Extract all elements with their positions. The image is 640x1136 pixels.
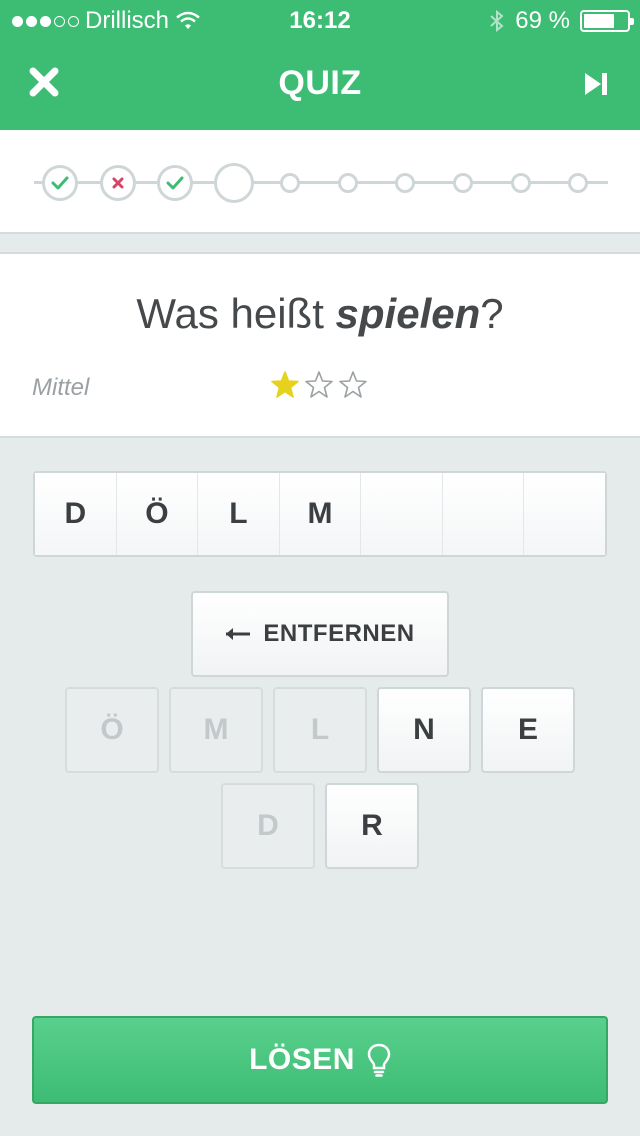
- star-filled-icon: [271, 371, 299, 398]
- arrow-left-icon: [226, 628, 251, 640]
- remove-label: ENTFERNEN: [263, 620, 415, 647]
- question-card: Was heißt spielen? Mittel: [0, 252, 640, 438]
- battery-percent: 69 %: [515, 7, 570, 34]
- answer-slot[interactable]: [442, 473, 525, 555]
- progress-step-pending: [280, 173, 300, 193]
- letter-key-used: Ö: [65, 687, 159, 773]
- difficulty-stars: [270, 370, 368, 400]
- progress-step-pending: [338, 173, 358, 193]
- question-text: Was heißt spielen?: [0, 290, 640, 338]
- check-icon: [51, 176, 69, 190]
- remove-button[interactable]: ENTFERNEN: [191, 591, 449, 677]
- difficulty-label: Mittel: [32, 374, 90, 401]
- progress-step-current: [214, 163, 254, 203]
- answer-slot[interactable]: [524, 473, 606, 555]
- answer-slot[interactable]: M: [279, 473, 362, 555]
- progress-step-pending: [453, 173, 473, 193]
- star-empty-icon: [305, 371, 333, 398]
- letter-key-available[interactable]: R: [325, 783, 419, 869]
- progress-step-pending: [395, 173, 415, 193]
- lightbulb-icon: [367, 1043, 391, 1077]
- status-bar: Drillisch 16:12 69 %: [0, 0, 640, 40]
- letter-key-available[interactable]: E: [481, 687, 575, 773]
- question-suffix: ?: [480, 290, 504, 337]
- header: Drillisch 16:12 69 % QUIZ: [0, 0, 640, 130]
- bluetooth-icon: [490, 9, 504, 33]
- answer-slot[interactable]: L: [198, 473, 280, 555]
- progress-step-pending: [511, 173, 531, 193]
- star-empty-icon: [339, 371, 367, 398]
- progress-step-pending: [568, 173, 588, 193]
- progress-step-correct: [157, 165, 193, 201]
- answer-slots: DÖLM: [33, 471, 607, 557]
- answer-slot[interactable]: Ö: [116, 473, 199, 555]
- solve-label: LÖSEN: [249, 1043, 355, 1076]
- letter-key-available[interactable]: N: [377, 687, 471, 773]
- navigation-bar: QUIZ: [0, 40, 640, 128]
- battery-icon: [580, 10, 634, 32]
- quiz-progress: [0, 130, 640, 234]
- letter-key-used: L: [273, 687, 367, 773]
- question-prefix: Was heißt: [136, 290, 336, 337]
- letter-key-used: D: [221, 783, 315, 869]
- question-word: spielen: [335, 290, 481, 337]
- page-title: QUIZ: [278, 64, 362, 102]
- cross-icon: [112, 177, 124, 189]
- check-icon: [166, 176, 184, 190]
- solve-button[interactable]: LÖSEN: [32, 1016, 608, 1104]
- skip-forward-icon[interactable]: [582, 70, 610, 98]
- answer-slot[interactable]: D: [35, 473, 117, 555]
- progress-step-correct: [42, 165, 78, 201]
- progress-step-wrong: [100, 165, 136, 201]
- answer-slot[interactable]: [361, 473, 443, 555]
- letter-key-used: M: [169, 687, 263, 773]
